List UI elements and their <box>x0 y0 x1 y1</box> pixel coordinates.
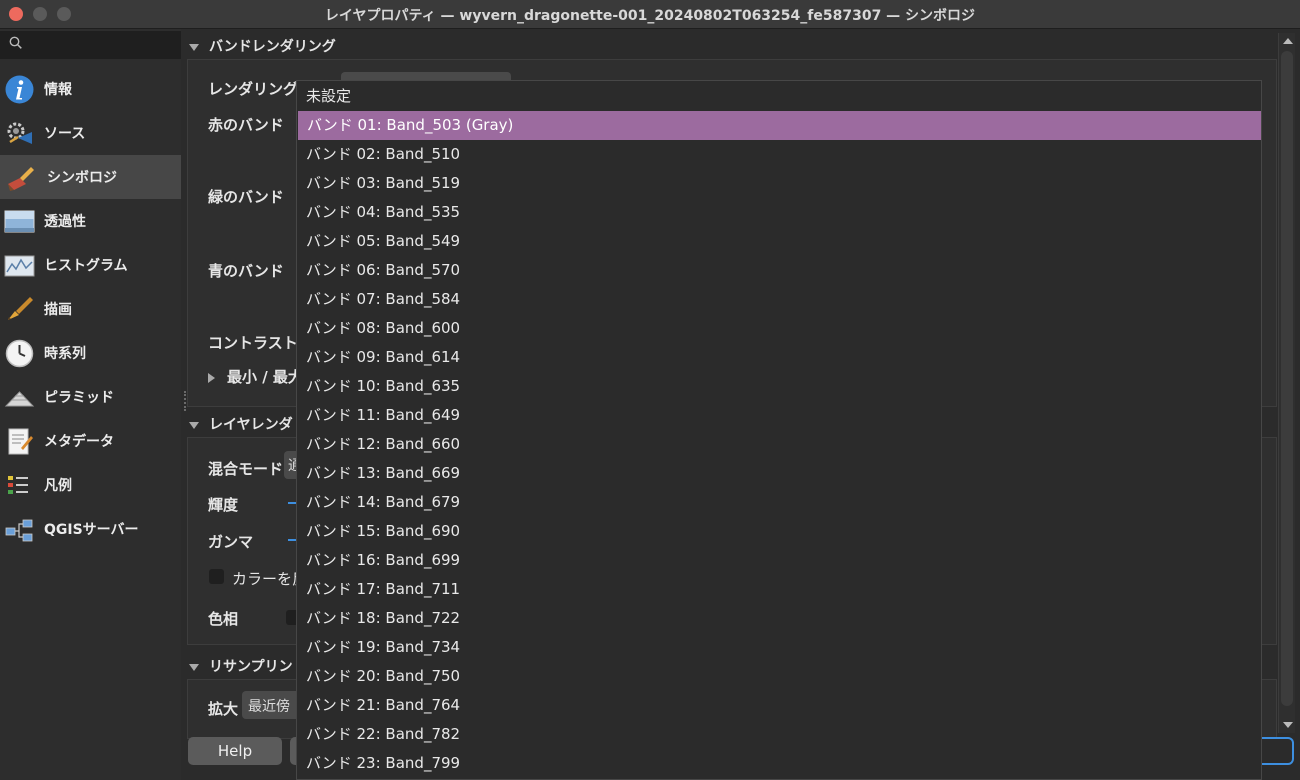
resampling-section-header[interactable]: リサンプリン <box>189 656 293 676</box>
dropdown-option[interactable]: バンド 14: Band_679 <box>297 488 1261 517</box>
green-band-label: 緑のバンド <box>208 188 284 206</box>
search-icon <box>9 36 22 49</box>
sidebar-item-label: ソース <box>44 126 86 142</box>
dropdown-option[interactable]: バンド 21: Band_764 <box>297 691 1261 720</box>
panel-splitter-handle[interactable] <box>184 391 186 411</box>
sidebar-item-metadata[interactable]: メタデータ <box>0 419 181 463</box>
qgis-server-icon <box>5 519 33 542</box>
sidebar-item-label: 透過性 <box>44 214 86 230</box>
sidebar-item-rendering[interactable]: 描画 <box>0 287 181 331</box>
zoom-in-label: 拡大 <box>208 700 239 718</box>
dropdown-option[interactable]: バンド 23: Band_799 <box>297 749 1261 778</box>
dropdown-option[interactable]: バンド 12: Band_660 <box>297 430 1261 459</box>
dropdown-option[interactable]: バンド 04: Band_535 <box>297 198 1261 227</box>
info-icon <box>5 75 34 104</box>
dropdown-option[interactable]: バンド 20: Band_750 <box>297 662 1261 691</box>
sidebar-item-temporal[interactable]: 時系列 <box>0 331 181 375</box>
transparency-icon <box>4 210 35 233</box>
dropdown-option[interactable]: バンド 18: Band_722 <box>297 604 1261 633</box>
sidebar-item-qgis-server[interactable]: QGISサーバー <box>0 507 181 551</box>
gamma-slider[interactable] <box>288 539 296 541</box>
brightness-label: 輝度 <box>208 496 239 514</box>
dropdown-option[interactable]: バンド 10: Band_635 <box>297 372 1261 401</box>
dropdown-option[interactable]: バンド 02: Band_510 <box>297 140 1261 169</box>
sidebar-item-label: ピラミッド <box>44 390 114 406</box>
histogram-icon <box>4 255 35 277</box>
contrast-label: コントラスト <box>208 334 298 352</box>
dropdown-option[interactable]: バンド 19: Band_734 <box>297 633 1261 662</box>
sidebar-item-label: メタデータ <box>44 434 114 450</box>
scroll-up-arrow-icon[interactable] <box>1283 38 1293 44</box>
legend-icon <box>8 476 28 494</box>
dropdown-option[interactable]: バンド 08: Band_600 <box>297 314 1261 343</box>
dropdown-option[interactable]: バンド 22: Band_782 <box>297 720 1261 749</box>
sidebar: 情報 ソース シンボロジ 透過性 ヒストグラム 描画 時系列 ピラミッド メタデ… <box>0 29 181 780</box>
dropdown-option[interactable]: バンド 13: Band_669 <box>297 459 1261 488</box>
blue-band-label: 青のバンド <box>208 262 284 280</box>
blend-mode-label: 混合モード <box>208 460 284 478</box>
dropdown-option[interactable]: 未設定 <box>297 82 1261 111</box>
sidebar-item-legend[interactable]: 凡例 <box>0 463 181 507</box>
minmax-section-header[interactable]: 最小 / 最大 <box>208 366 303 387</box>
rendering-icon <box>8 297 33 320</box>
sidebar-item-label: 凡例 <box>44 478 72 494</box>
band-dropdown-list[interactable]: 未設定 バンド 01: Band_503 (Gray) バンド 02: Band… <box>296 80 1262 780</box>
dropdown-option-selected[interactable]: バンド 01: Band_503 (Gray) <box>298 111 1261 140</box>
dropdown-option[interactable]: バンド 11: Band_649 <box>297 401 1261 430</box>
hue-label: 色相 <box>208 610 239 628</box>
sidebar-item-symbology[interactable]: シンボロジ <box>0 155 181 199</box>
invert-colors-checkbox[interactable] <box>209 569 224 584</box>
sidebar-item-label: 情報 <box>44 82 72 98</box>
pyramids-icon <box>4 391 35 407</box>
dropdown-option[interactable]: バンド 07: Band_584 <box>297 285 1261 314</box>
metadata-icon <box>8 428 33 455</box>
gamma-label: ガンマ <box>208 533 254 551</box>
vertical-scrollbar[interactable] <box>1278 33 1295 733</box>
symbology-icon <box>8 167 34 191</box>
expand-arrow-icon <box>208 372 215 383</box>
brightness-slider[interactable] <box>288 502 296 504</box>
sidebar-item-pyramids[interactable]: ピラミッド <box>0 375 181 419</box>
sidebar-item-source[interactable]: ソース <box>0 111 181 155</box>
ok-button[interactable] <box>1262 737 1294 765</box>
dropdown-option[interactable]: バンド 06: Band_570 <box>297 256 1261 285</box>
collapse-arrow-icon <box>189 421 199 429</box>
dropdown-option[interactable]: バンド 03: Band_519 <box>297 169 1261 198</box>
red-band-label: 赤のバンド <box>208 116 284 134</box>
collapse-arrow-icon <box>189 43 199 51</box>
dropdown-option[interactable]: バンド 17: Band_711 <box>297 575 1261 604</box>
sidebar-item-label: 描画 <box>44 302 72 318</box>
source-icon <box>7 122 32 144</box>
help-button[interactable]: Help <box>188 737 282 765</box>
dropdown-option[interactable]: バンド 09: Band_614 <box>297 343 1261 372</box>
sidebar-item-label: 時系列 <box>44 346 86 362</box>
band-rendering-section-header[interactable]: バンドレンダリング <box>189 36 336 56</box>
temporal-icon <box>5 339 34 368</box>
scroll-down-arrow-icon[interactable] <box>1283 722 1293 728</box>
sidebar-item-transparency[interactable]: 透過性 <box>0 199 181 243</box>
zoom-in-resampling-combo[interactable]: 最近傍 <box>242 691 302 719</box>
sidebar-item-info[interactable]: 情報 <box>0 67 181 111</box>
window-title: レイヤプロパティ — wyvern_dragonette-001_2024080… <box>324 8 976 24</box>
collapse-arrow-icon <box>189 663 199 671</box>
sidebar-item-label: ヒストグラム <box>44 258 128 274</box>
layer-rendering-section-header[interactable]: レイヤレンダ <box>189 414 293 434</box>
dropdown-option[interactable]: バンド 15: Band_690 <box>297 517 1261 546</box>
sidebar-item-label: シンボロジ <box>47 170 117 186</box>
scrollbar-thumb[interactable] <box>1281 51 1293 706</box>
dropdown-option[interactable]: バンド 16: Band_699 <box>297 546 1261 575</box>
sidebar-item-histogram[interactable]: ヒストグラム <box>0 243 181 287</box>
dropdown-option[interactable]: バンド 05: Band_549 <box>297 227 1261 256</box>
sidebar-item-label: QGISサーバー <box>44 522 139 538</box>
title-bar: レイヤプロパティ — wyvern_dragonette-001_2024080… <box>0 0 1300 29</box>
sidebar-search-input[interactable] <box>0 31 181 59</box>
